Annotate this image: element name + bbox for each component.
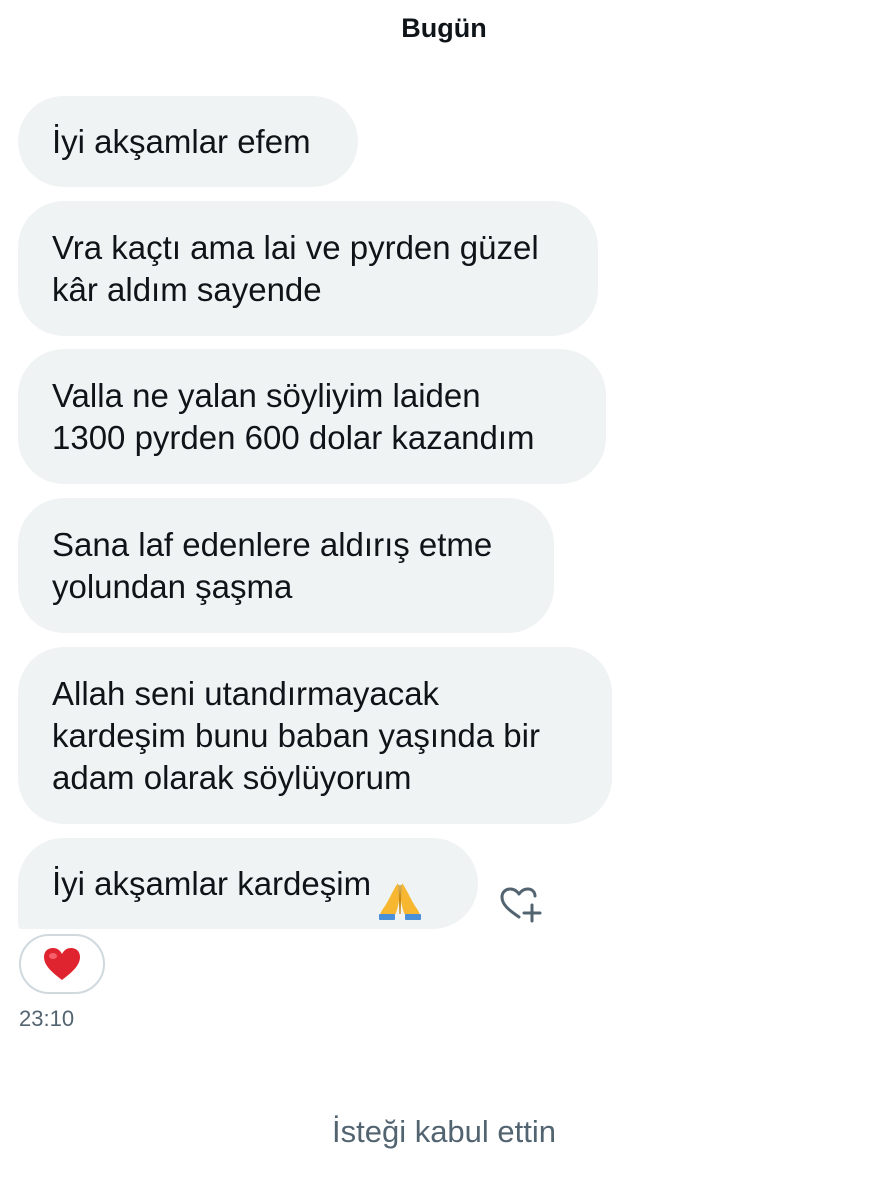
message-bubble[interactable]: Valla ne yalan söyliyim laiden 1300 pyrd… [18,349,606,484]
message-bubble[interactable]: Vra kaçtı ama lai ve pyrden güzel kâr al… [18,201,598,336]
date-separator: Bugün [401,13,487,43]
message-bubble[interactable]: Allah seni utandırmayacak kardeşim bunu … [18,647,612,824]
message-text: Allah seni utandırmayacak kardeşim bunu … [52,674,540,796]
message-text: İyi akşamlar efem [52,122,311,160]
request-accepted-notice: İsteği kabul ettin [331,1114,557,1149]
reaction-badge[interactable] [19,934,105,994]
red-heart-emoji [44,948,80,980]
message-bubble[interactable]: İyi akşamlar efem [18,96,358,187]
add-reaction-button[interactable] [498,884,544,924]
message-timestamp: 23:10 [19,1006,75,1031]
message-text: Vra kaçtı ama lai ve pyrden güzel kâr al… [52,228,539,308]
heart-plus-icon [500,887,542,923]
message-bubble[interactable]: İyi akşamlar kardeşim [18,838,478,929]
message-bubble[interactable]: Sana laf edenlere aldırış etme yolundan … [18,498,554,633]
message-text: İyi akşamlar kardeşim [52,864,372,902]
folded-hands-emoji [377,838,423,930]
message-text: Sana laf edenlere aldırış etme yolundan … [52,525,493,605]
message-text: Valla ne yalan söyliyim laiden 1300 pyrd… [52,376,535,456]
